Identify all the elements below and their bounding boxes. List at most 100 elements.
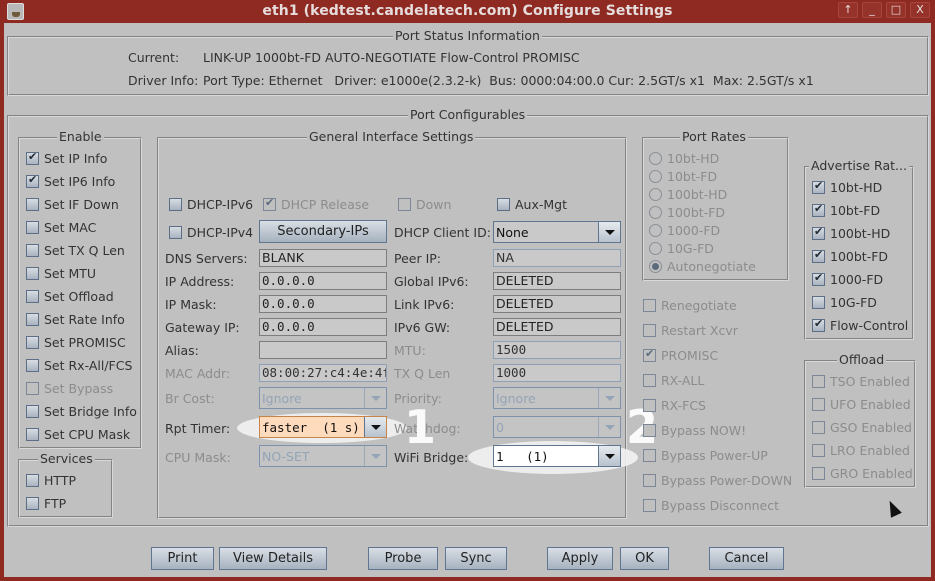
- advertise-10g-fd-checkbox[interactable]: 10G-FD: [812, 295, 877, 310]
- port-option-bypass-now-checkbox[interactable]: Bypass NOW!: [643, 423, 746, 438]
- alias-input[interactable]: [259, 341, 387, 359]
- enable-set-bypass-checkbox[interactable]: Set Bypass: [26, 381, 113, 396]
- checkbox-label: Set IP Info: [44, 151, 108, 166]
- service-http-checkbox[interactable]: HTTP: [26, 473, 76, 488]
- checkbox-label: Restart Xcvr: [661, 323, 738, 338]
- offload-gro-enabled-checkbox[interactable]: GRO Enabled: [812, 466, 913, 481]
- watchdog-value: 0: [496, 420, 504, 435]
- checkbox-box: [497, 198, 510, 211]
- dhcp-release-checkbox[interactable]: DHCP Release: [263, 196, 369, 212]
- offload-tso-enabled-checkbox[interactable]: TSO Enabled: [812, 374, 910, 389]
- advertise-10bt-hd-checkbox[interactable]: 10bt-HD: [812, 179, 882, 195]
- port-option-bypass-disconnect-checkbox[interactable]: Bypass Disconnect: [643, 498, 779, 513]
- offload-gso-enabled-checkbox[interactable]: GSO Enabled: [812, 420, 912, 435]
- cancel-button[interactable]: Cancel: [709, 547, 784, 570]
- dns-servers-input[interactable]: BLANK: [259, 249, 387, 267]
- cpu-mask-select[interactable]: NO-SET: [259, 445, 387, 467]
- port-rate-10bt-hd-radio[interactable]: 10bt-HD: [649, 151, 719, 166]
- offload-ufo-enabled-checkbox[interactable]: UFO Enabled: [812, 397, 911, 412]
- enable-set-offload-checkbox[interactable]: Set Offload: [26, 289, 114, 304]
- priority-select[interactable]: Ignore: [493, 387, 621, 409]
- ip-mask-input[interactable]: 0.0.0.0: [259, 295, 387, 313]
- aux-mgt-checkbox[interactable]: Aux-Mgt: [497, 197, 567, 212]
- advertise-10bt-fd-checkbox[interactable]: 10bt-FD: [812, 202, 880, 218]
- maximize-button[interactable]: □: [886, 2, 906, 18]
- dhcp-ipv4-checkbox[interactable]: DHCP-IPv4: [169, 225, 253, 240]
- ipv6-gw-input[interactable]: DELETED: [493, 318, 621, 336]
- enable-set-rate-info-checkbox[interactable]: Set Rate Info: [26, 312, 125, 327]
- port-option-promisc-checkbox[interactable]: PROMISC: [643, 347, 718, 363]
- port-rate-1000-fd-radio[interactable]: 1000-FD: [649, 223, 720, 238]
- tx-q-len-input[interactable]: 1000: [493, 364, 621, 382]
- port-rate-100bt-hd-radio[interactable]: 100bt-HD: [649, 187, 727, 202]
- port-option-bypass-power-up-checkbox[interactable]: Bypass Power-UP: [643, 448, 768, 463]
- advertise-100bt-hd-checkbox[interactable]: 100bt-HD: [812, 225, 891, 241]
- checkbox-box: [263, 196, 276, 211]
- always-on-top-button[interactable]: ↑: [838, 2, 858, 18]
- checkbox-unchecked-icon: [26, 290, 39, 303]
- apply-button[interactable]: Apply: [547, 547, 613, 570]
- checkbox-label: 100bt-HD: [830, 226, 891, 241]
- enable-set-rx-all-fcs-checkbox[interactable]: Set Rx-All/FCS: [26, 358, 132, 373]
- view-details-button[interactable]: View Details: [219, 547, 327, 570]
- watchdog-select[interactable]: 0: [493, 416, 621, 438]
- dhcp-client-id-select[interactable]: None: [493, 221, 621, 243]
- port-option-rx-all-checkbox[interactable]: RX-ALL: [643, 373, 704, 388]
- enable-set-tx-q-len-checkbox[interactable]: Set TX Q Len: [26, 243, 125, 258]
- gateway-ip-input[interactable]: 0.0.0.0: [259, 318, 387, 336]
- checkbox-label: Set Bypass: [44, 381, 114, 396]
- port-option-renegotiate-checkbox[interactable]: Renegotiate: [643, 298, 737, 313]
- chevron-down-icon: [598, 446, 620, 466]
- enable-set-ip-info-checkbox[interactable]: Set IP Info: [26, 150, 108, 166]
- service-ftp-checkbox[interactable]: FTP: [26, 496, 66, 511]
- sync-button[interactable]: Sync: [445, 547, 507, 570]
- enable-set-ip6-info-checkbox[interactable]: Set IP6 Info: [26, 173, 116, 189]
- close-button[interactable]: X: [910, 2, 930, 18]
- ok-button[interactable]: OK: [620, 547, 669, 570]
- enable-set-promisc-checkbox[interactable]: Set PROMISC: [26, 335, 126, 350]
- checkbox-unchecked-icon: [26, 428, 39, 441]
- chevron-down-icon: [598, 417, 620, 437]
- mtu-input[interactable]: 1500: [493, 341, 621, 359]
- port-option-rx-fcs-checkbox[interactable]: RX-FCS: [643, 398, 706, 413]
- checkbox-unchecked-icon: [26, 313, 39, 326]
- link-ipv6-input[interactable]: DELETED: [493, 295, 621, 313]
- aux-mgt-label: Aux-Mgt: [515, 197, 568, 212]
- enable-set-mtu-checkbox[interactable]: Set MTU: [26, 266, 96, 281]
- enable-set-if-down-checkbox[interactable]: Set IF Down: [26, 197, 119, 212]
- port-option-bypass-power-down-checkbox[interactable]: Bypass Power-DOWN: [643, 473, 792, 488]
- advertise-100bt-fd-checkbox[interactable]: 100bt-FD: [812, 248, 888, 264]
- print-button[interactable]: Print: [151, 547, 214, 570]
- global-ipv6-input[interactable]: DELETED: [493, 272, 621, 290]
- port-rate-10bt-fd-radio[interactable]: 10bt-FD: [649, 169, 717, 184]
- offload-lro-enabled-checkbox[interactable]: LRO Enabled: [812, 443, 910, 458]
- port-rate-autonegotiate-radio[interactable]: Autonegotiate: [649, 259, 756, 274]
- enable-set-cpu-mask-checkbox[interactable]: Set CPU Mask: [26, 427, 130, 442]
- minimize-button[interactable]: _: [862, 2, 882, 18]
- down-label: Down: [416, 197, 452, 212]
- peer-ip-input[interactable]: NA: [493, 249, 621, 267]
- cpu-mask-value: NO-SET: [262, 449, 310, 464]
- rpt-timer-select[interactable]: faster (1 s): [259, 416, 387, 438]
- rpt-timer-value: faster (1 s): [262, 420, 360, 435]
- checkbox-label: 1000-FD: [830, 272, 884, 287]
- ip-address-input[interactable]: 0.0.0.0: [259, 272, 387, 290]
- port-option-restart-xcvr-checkbox[interactable]: Restart Xcvr: [643, 323, 738, 338]
- port-rate-100bt-fd-radio[interactable]: 100bt-FD: [649, 205, 725, 220]
- enable-set-bridge-info-checkbox[interactable]: Set Bridge Info: [26, 404, 137, 419]
- br-cost-select[interactable]: Ignore: [259, 387, 387, 409]
- advertise-1000-fd-checkbox[interactable]: 1000-FD: [812, 271, 884, 287]
- advertise-flow-control-checkbox[interactable]: Flow-Control: [812, 317, 908, 333]
- dhcp-ipv6-checkbox[interactable]: DHCP-IPv6: [169, 197, 253, 212]
- secondary-ips-button[interactable]: Secondary-IPs: [259, 220, 387, 243]
- checkbox-unchecked-icon: [643, 399, 656, 412]
- mac-addr-input[interactable]: 08:00:27:c4:4e:4f: [259, 364, 387, 382]
- port-rate-10g-fd-radio[interactable]: 10G-FD: [649, 241, 714, 256]
- down-checkbox[interactable]: Down: [398, 197, 451, 212]
- ipv6-gw-label: IPv6 GW:: [394, 320, 451, 335]
- checkbox-label: Set IP6 Info: [44, 174, 116, 189]
- wifi-bridge-select[interactable]: 1 (1): [493, 445, 621, 467]
- probe-button[interactable]: Probe: [368, 547, 438, 570]
- title-bar[interactable]: eth1 (kedtest.candelatech.com) Configure…: [0, 0, 935, 23]
- enable-set-mac-checkbox[interactable]: Set MAC: [26, 220, 96, 235]
